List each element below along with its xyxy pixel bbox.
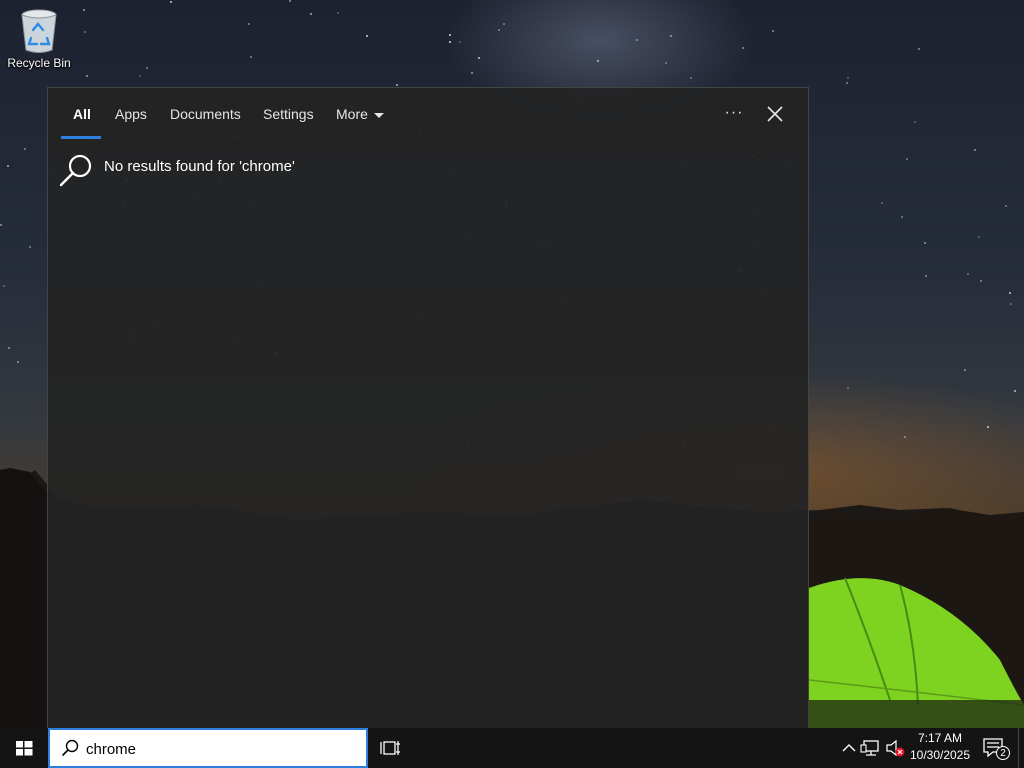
taskbar-clock[interactable]: 7:17 AM 10/30/2025 [904, 730, 976, 766]
task-view-button[interactable] [378, 728, 406, 768]
chevron-up-icon [842, 744, 856, 752]
network-button[interactable] [860, 736, 882, 760]
tab-apps[interactable]: Apps [115, 106, 147, 140]
taskbar-search-box[interactable] [48, 728, 368, 768]
search-icon [61, 739, 79, 757]
windows-logo-icon [16, 741, 33, 756]
desktop-background: Recycle Bin All Apps Documents Settings … [0, 0, 1024, 768]
tab-all[interactable]: All [73, 106, 91, 140]
search-input[interactable] [86, 738, 356, 760]
active-tab-indicator [61, 136, 101, 139]
caret-down-icon [373, 112, 384, 118]
tab-more[interactable]: More [336, 106, 384, 140]
task-view-icon [380, 741, 400, 755]
search-icon [59, 154, 92, 187]
tab-more-label: More [336, 106, 368, 122]
notification-count-badge: 2 [996, 746, 1010, 760]
close-icon [767, 106, 783, 122]
no-results-message: No results found for 'chrome' [58, 152, 758, 192]
search-results-panel: All Apps Documents Settings More ··· No … [47, 87, 809, 728]
recycle-bin-icon [21, 9, 57, 53]
desktop-icon-label: Recycle Bin [7, 56, 71, 70]
desktop-icon-recycle-bin[interactable]: Recycle Bin [4, 6, 74, 76]
more-options-icon: ··· [724, 104, 744, 121]
close-button[interactable] [761, 100, 789, 128]
tab-documents[interactable]: Documents [170, 106, 241, 140]
show-hidden-icons-button[interactable] [838, 736, 860, 760]
more-options-button[interactable]: ··· [720, 100, 748, 128]
search-filter-tabs: All Apps Documents Settings More [48, 88, 808, 140]
network-icon [860, 740, 879, 756]
show-desktop-button[interactable] [1018, 728, 1024, 768]
taskbar: 7:17 AM 10/30/2025 2 [0, 728, 1024, 768]
clock-date: 10/30/2025 [909, 748, 971, 762]
no-results-text: No results found for 'chrome' [104, 158, 295, 175]
volume-muted-icon [886, 739, 905, 757]
volume-button[interactable] [884, 736, 906, 760]
clock-time: 7:17 AM [917, 731, 963, 745]
tab-settings[interactable]: Settings [263, 106, 314, 140]
start-button[interactable] [0, 728, 48, 768]
action-center-button[interactable]: 2 [980, 728, 1016, 768]
